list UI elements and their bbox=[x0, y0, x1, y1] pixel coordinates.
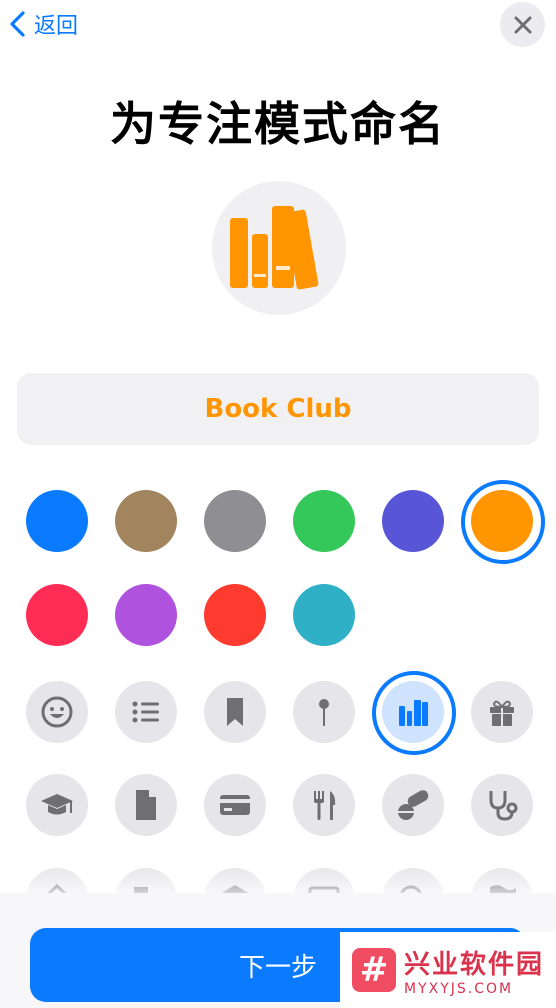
color-swatch-brown[interactable] bbox=[115, 490, 177, 552]
stethoscope-icon bbox=[489, 791, 518, 821]
color-swatch-orange[interactable] bbox=[461, 480, 545, 564]
focus-icon-preview bbox=[212, 181, 346, 315]
color-swatch-green[interactable] bbox=[293, 490, 355, 552]
color-swatch-pink[interactable] bbox=[26, 584, 88, 646]
icon-option-pin[interactable] bbox=[293, 681, 355, 743]
chevron-left-icon bbox=[10, 11, 25, 37]
books-icon bbox=[399, 700, 428, 726]
watermark-en: MYXYJS.COM bbox=[404, 980, 514, 997]
document-icon bbox=[136, 790, 156, 820]
color-swatch-indigo[interactable] bbox=[382, 490, 444, 552]
icon-option-books[interactable] bbox=[372, 671, 456, 755]
color-swatch-blue[interactable] bbox=[26, 490, 88, 552]
icon-option-list[interactable] bbox=[115, 681, 177, 743]
focus-name-input[interactable] bbox=[17, 393, 539, 425]
graduation-cap-icon bbox=[41, 794, 73, 815]
close-button[interactable] bbox=[500, 2, 545, 47]
pills-icon bbox=[398, 790, 429, 820]
pin-icon bbox=[319, 699, 329, 726]
books-icon bbox=[230, 206, 319, 290]
color-swatch-teal[interactable] bbox=[293, 584, 355, 646]
navigation-bar: 返回 bbox=[0, 0, 556, 50]
icon-option-credit-card[interactable] bbox=[204, 774, 266, 836]
page-title: 为专注模式命名 bbox=[110, 97, 446, 151]
xmark-icon bbox=[514, 16, 531, 33]
watermark-cn: 兴业软件园 bbox=[404, 949, 545, 980]
back-label: 返回 bbox=[34, 14, 79, 39]
icon-option-document[interactable] bbox=[115, 774, 177, 836]
icon-option-pills[interactable] bbox=[382, 774, 444, 836]
smiley-icon bbox=[41, 696, 73, 728]
fork-knife-icon bbox=[314, 791, 336, 820]
back-button[interactable]: 返回 bbox=[8, 8, 78, 40]
color-swatch-purple[interactable] bbox=[115, 584, 177, 646]
icon-option-graduation-cap[interactable] bbox=[26, 774, 88, 836]
icon-option-smiley[interactable] bbox=[26, 681, 88, 743]
site-watermark: # 兴业软件园 MYXYJS.COM bbox=[340, 932, 556, 1008]
color-swatch-gray[interactable] bbox=[204, 490, 266, 552]
icon-option-fork-knife[interactable] bbox=[293, 774, 355, 836]
color-swatch-red[interactable] bbox=[204, 584, 266, 646]
credit-card-icon bbox=[220, 795, 250, 815]
watermark-text: 兴业软件园 MYXYJS.COM bbox=[404, 944, 544, 997]
bookmark-icon bbox=[227, 698, 243, 726]
watermark-logo: # bbox=[352, 948, 396, 992]
icon-option-stethoscope[interactable] bbox=[471, 774, 533, 836]
icon-option-bookmark[interactable] bbox=[204, 681, 266, 743]
gift-icon bbox=[490, 700, 514, 726]
list-icon bbox=[132, 701, 159, 723]
icon-option-gift[interactable] bbox=[471, 681, 533, 743]
focus-name-field[interactable] bbox=[17, 373, 539, 445]
